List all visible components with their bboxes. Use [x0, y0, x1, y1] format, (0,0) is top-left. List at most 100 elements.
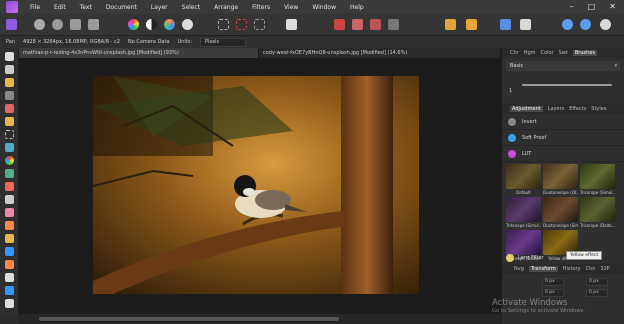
adjustment-lens-filter[interactable]: Lens Filter	[506, 253, 544, 263]
tab-channels[interactable]: Chn	[586, 266, 596, 272]
preset-thumbnail	[543, 197, 578, 222]
document-tab-1[interactable]: mathias-p-r-reding-4s3nPnsWtII-unsplash.…	[19, 48, 259, 58]
units-select[interactable]: Pixels	[199, 37, 246, 47]
minimize-button[interactable]: –	[570, 2, 574, 11]
adjustment-invert[interactable]: Invert	[502, 114, 624, 130]
preset-tile[interactable]: Tricorope (Dalto...	[580, 197, 615, 229]
crop-tool-icon[interactable]	[5, 91, 14, 100]
transform-y-field[interactable]: 0 px	[586, 278, 608, 286]
move-tool-icon[interactable]	[5, 65, 14, 74]
horizontal-scrollbar[interactable]	[19, 314, 501, 324]
menu-file[interactable]: File	[30, 4, 40, 11]
shape-tool-icon[interactable]	[5, 286, 14, 295]
tab-color[interactable]: Color	[541, 50, 554, 56]
text-tool-icon[interactable]	[5, 299, 14, 308]
preset-tile[interactable]: Tritanope (Simul...	[506, 197, 541, 229]
selection-brush-icon[interactable]	[5, 169, 14, 178]
transform-x-field[interactable]: 0 px	[542, 278, 564, 286]
help-icon[interactable]	[600, 19, 611, 30]
preset-tile[interactable]: Duotone/ope (Sim...	[543, 197, 578, 229]
marquee-selection-icon[interactable]	[218, 19, 229, 30]
color-picker-icon[interactable]	[334, 19, 345, 30]
align-icon[interactable]	[445, 19, 456, 30]
selection-mode-icon[interactable]	[236, 19, 247, 30]
develop-persona-icon[interactable]	[52, 19, 63, 30]
assistant-icon[interactable]	[370, 19, 381, 30]
tab-brushes[interactable]: Brushes	[572, 50, 597, 56]
blur-tool-icon[interactable]	[5, 247, 14, 256]
deselect-icon[interactable]	[254, 19, 265, 30]
brush-category-select[interactable]: Basic	[506, 61, 620, 71]
menu-arrange[interactable]: Arrange	[214, 4, 238, 11]
adjustment-lut[interactable]: LUT	[502, 146, 624, 162]
flip-horizontal-icon[interactable]	[500, 19, 511, 30]
tab-adjustment[interactable]: Adjustment	[510, 106, 543, 112]
adjustment-soft-proof[interactable]: Soft Proof	[502, 130, 624, 146]
export-persona-icon[interactable]	[88, 19, 99, 30]
tone-mapping-persona-icon[interactable]	[70, 19, 81, 30]
tab-32p[interactable]: 32P	[600, 266, 609, 272]
preset-tile[interactable]: Duotone/ope (Ot...	[543, 164, 578, 196]
tab-character[interactable]: Chr	[510, 50, 519, 56]
quick-mask-icon[interactable]	[286, 19, 297, 30]
white-balance-icon[interactable]	[182, 19, 193, 30]
tab-swatches[interactable]: Swt	[559, 50, 568, 56]
brush-preview[interactable]: 1	[506, 74, 620, 96]
flip-vertical-icon[interactable]	[520, 19, 531, 30]
menu-edit[interactable]: Edit	[54, 4, 66, 11]
flood-select-icon[interactable]	[5, 143, 14, 152]
snapping-icon[interactable]	[352, 19, 363, 30]
color-picker-tool-icon[interactable]	[5, 156, 14, 165]
scrollbar-thumb[interactable]	[39, 317, 339, 321]
menu-layer[interactable]: Layer	[151, 4, 168, 11]
menu-text[interactable]: Text	[80, 4, 92, 11]
tools-panel	[0, 48, 19, 318]
node-tool-icon[interactable]	[5, 273, 14, 282]
arrange-icon[interactable]	[466, 19, 477, 30]
document-tab-2[interactable]: cody-west-fxOE7yBHnQ8-unsplash.jpg [Modi…	[259, 48, 501, 58]
transform-w-field[interactable]: 0 px	[542, 289, 564, 297]
tab-styles[interactable]: Styles	[591, 106, 606, 112]
rectangle-marquee-icon[interactable]	[5, 130, 14, 139]
tab-layers[interactable]: Layers	[548, 106, 565, 112]
document-canvas[interactable]	[19, 58, 501, 314]
menu-help[interactable]: Help	[350, 4, 364, 11]
preset-label: Tritanope (Simul...	[506, 223, 541, 228]
account-icon[interactable]	[580, 19, 591, 30]
photo-persona-icon[interactable]	[6, 19, 17, 30]
chickadee-photo[interactable]	[93, 76, 419, 294]
liquify-persona-icon[interactable]	[34, 19, 45, 30]
tab-history[interactable]: History	[563, 266, 581, 272]
tab-effects[interactable]: Effects	[569, 106, 586, 112]
grid-icon[interactable]	[388, 19, 399, 30]
hsl-icon[interactable]	[164, 19, 175, 30]
menu-select[interactable]: Select	[182, 4, 201, 11]
tab-histogram[interactable]: Hgm	[524, 50, 536, 56]
preset-tile[interactable]: Tricorope (Simul...	[580, 164, 615, 196]
tab-navigator[interactable]: Nvg	[514, 266, 524, 272]
menu-view[interactable]: View	[284, 4, 298, 11]
transform-h-field[interactable]: 0 px	[586, 289, 608, 297]
pencil-tool-icon[interactable]	[5, 117, 14, 126]
clone-tool-icon[interactable]	[5, 208, 14, 217]
color-wheel-icon[interactable]	[128, 19, 139, 30]
menu-window[interactable]: Window	[312, 4, 336, 11]
menu-document[interactable]: Document	[106, 4, 137, 11]
close-button[interactable]: ✕	[609, 2, 616, 11]
context-toolbar: Pan 4928 × 3264px, 16.08MP, RGBA/8 - c2 …	[0, 36, 624, 48]
studio-icon[interactable]	[562, 19, 573, 30]
lut-icon	[508, 149, 516, 158]
menu-filters[interactable]: Filters	[252, 4, 270, 11]
tab-transform[interactable]: Transform	[528, 266, 558, 272]
pen-tool-icon[interactable]	[5, 260, 14, 269]
preset-tile[interactable]: Default	[506, 164, 541, 196]
eyedropper-tool-icon[interactable]	[5, 104, 14, 113]
hand-tool-icon[interactable]	[5, 52, 14, 61]
paint-mixer-icon[interactable]	[5, 182, 14, 191]
healing-tool-icon[interactable]	[5, 221, 14, 230]
levels-icon[interactable]	[146, 19, 157, 30]
maximize-button[interactable]: □	[588, 2, 596, 11]
paint-brush-tool-icon[interactable]	[5, 78, 14, 87]
dodge-tool-icon[interactable]	[5, 234, 14, 243]
erase-tool-icon[interactable]	[5, 195, 14, 204]
